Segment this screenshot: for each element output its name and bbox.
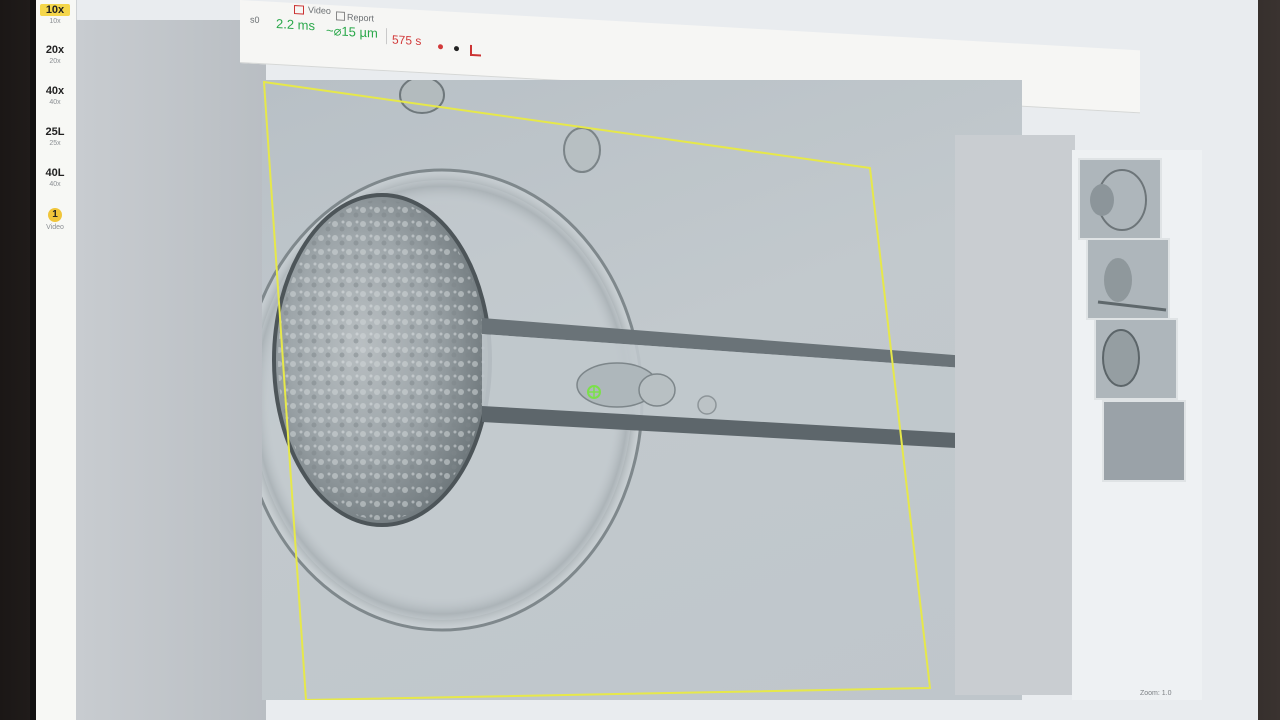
left-panel <box>76 20 266 720</box>
mag-40x-button[interactable]: 40x 40x <box>40 85 70 106</box>
mag-sublabel: 20x <box>49 58 61 65</box>
thumbnail-1[interactable] <box>1078 158 1162 240</box>
mag-label: 40x <box>45 85 65 97</box>
mag-label: 20x <box>45 44 65 56</box>
video-button[interactable]: 1 Video <box>40 208 70 231</box>
zoom-status: Zoom: 1.0 <box>1140 690 1172 697</box>
microscope-view[interactable] <box>262 80 1022 700</box>
right-panel <box>955 135 1075 695</box>
timer: 575 s <box>392 32 422 49</box>
mag-sublabel: 10x <box>49 18 61 25</box>
record-dot-icon[interactable] <box>438 44 443 50</box>
report-tab[interactable]: Report <box>347 12 374 24</box>
mag-sublabel: 25x <box>49 140 61 147</box>
pulse-duration: 2.2 ms <box>276 16 316 34</box>
mag-40l-button[interactable]: 40L 40x <box>40 167 70 188</box>
mag-10x-button[interactable]: 10x 10x <box>40 4 70 25</box>
hole-size: ~⌀15 µm <box>326 22 378 41</box>
video-number: 1 <box>48 208 62 222</box>
mag-sublabel: 40x <box>49 99 61 106</box>
magnification-sidebar: 10x 10x 20x 20x 40x 40x 25L 25x 40L 40x … <box>36 0 77 720</box>
divider <box>386 28 387 45</box>
thumbnail-3[interactable] <box>1094 318 1178 400</box>
mag-sublabel: 40x <box>49 181 61 188</box>
video-label: Video <box>46 224 64 231</box>
crosshair-icon <box>587 385 601 399</box>
thumbnail-4[interactable] <box>1102 400 1186 482</box>
chart-icon[interactable] <box>470 44 481 57</box>
thumbnail-strip <box>1072 150 1202 700</box>
stop-dot-icon[interactable] <box>454 45 459 52</box>
report-icon[interactable] <box>336 11 345 21</box>
mag-25l-button[interactable]: 25L 25x <box>40 126 70 147</box>
mag-label: 25L <box>45 126 65 138</box>
mag-20x-button[interactable]: 20x 20x <box>40 44 70 65</box>
embryo-image <box>262 80 992 632</box>
thumbnail-2[interactable] <box>1086 238 1170 320</box>
toolbar-small-label: s0 <box>250 14 260 26</box>
film-icon[interactable] <box>294 5 304 15</box>
mag-label: 10x <box>40 4 70 16</box>
statusbar: Zoom: 1.0 <box>1140 690 1230 720</box>
video-tab[interactable]: Video <box>308 5 331 16</box>
mag-label: 40L <box>45 167 65 179</box>
